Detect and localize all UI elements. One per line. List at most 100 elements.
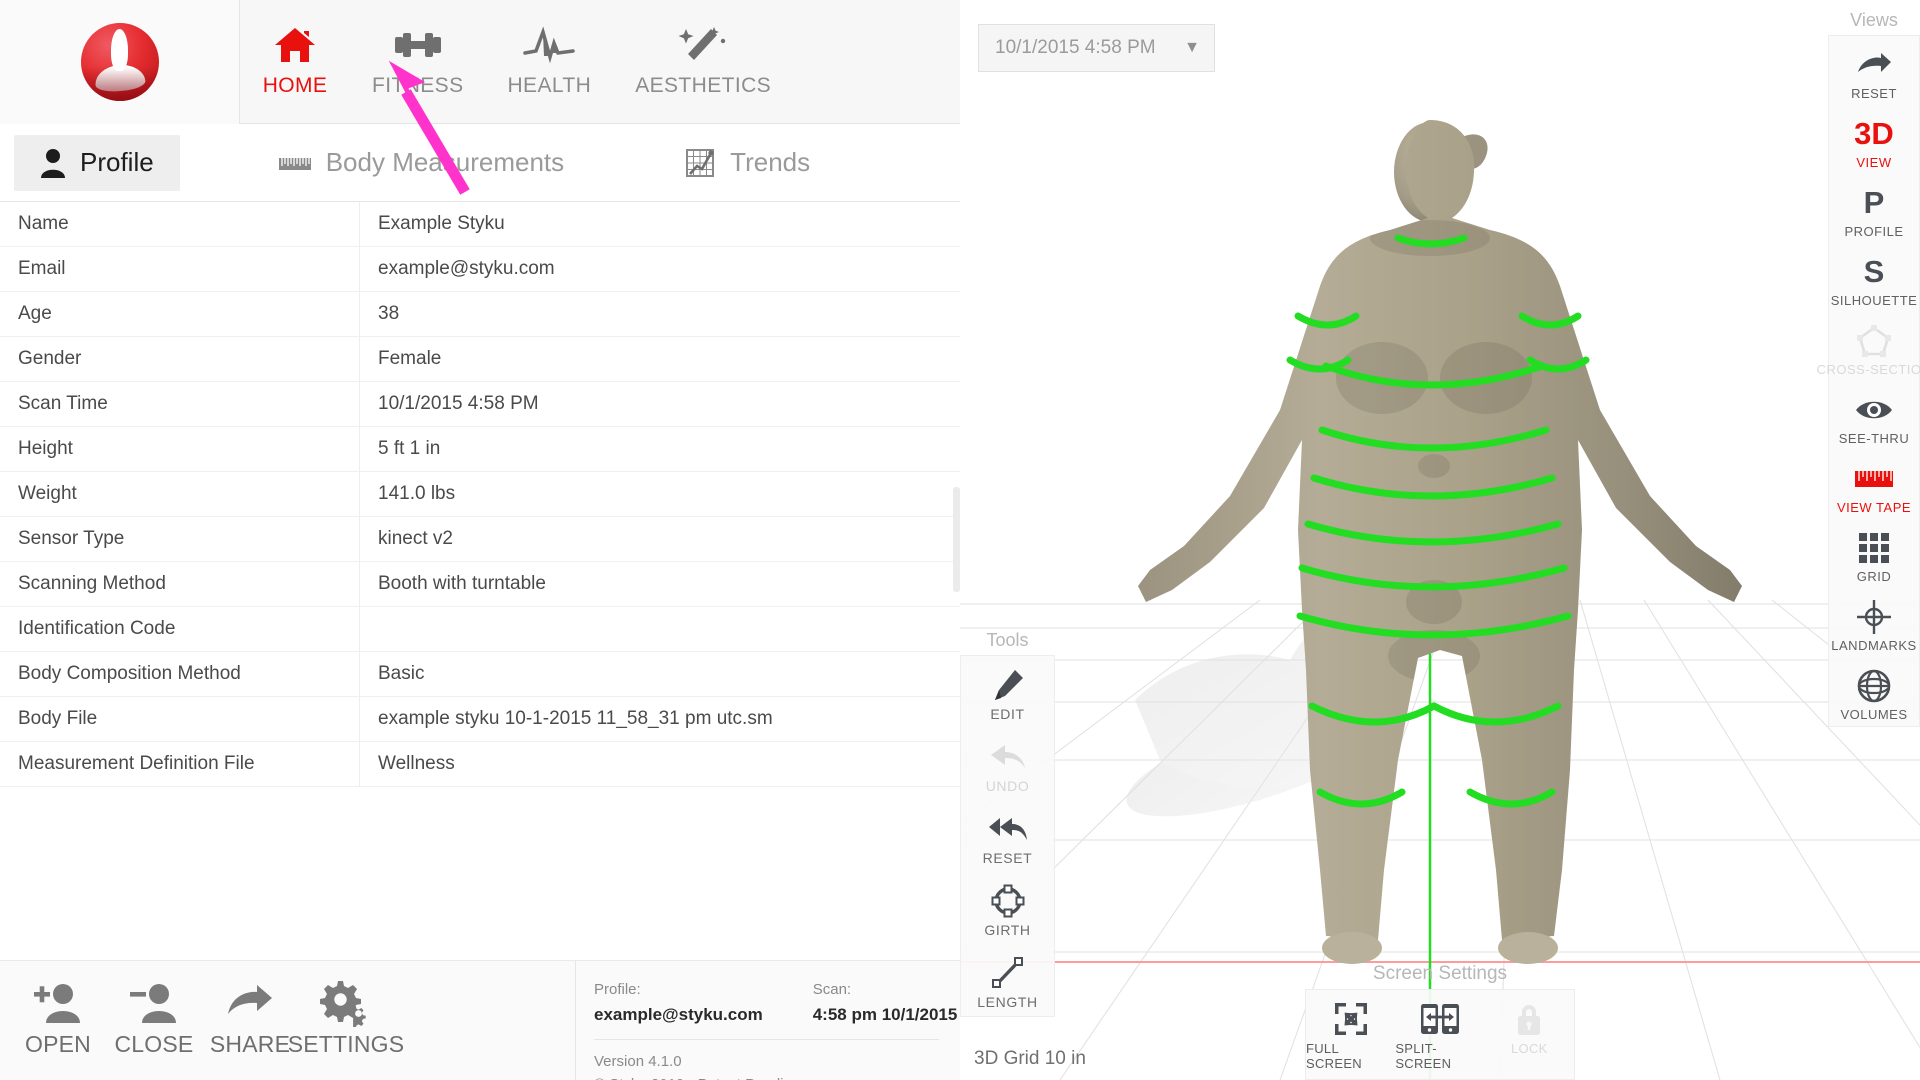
bottom-action-buttons: OPEN CLOSE (0, 961, 390, 1058)
close-label: CLOSE (115, 1031, 194, 1058)
reset-arrow-icon (1856, 45, 1892, 85)
tab-body-measurements[interactable]: Body Measurements (252, 135, 590, 191)
tool-label-undo: UNDO (986, 778, 1030, 794)
trend-chart-icon (686, 148, 716, 178)
share-button[interactable]: SHARE (206, 975, 294, 1058)
tool-edit[interactable]: EDIT (961, 656, 1054, 728)
row-value: Example Styku (360, 202, 960, 247)
girth-circle-icon (991, 882, 1025, 920)
reset-double-arrow-icon (988, 810, 1028, 848)
row-key: Scanning Method (0, 562, 360, 607)
row-value: example@styku.com (360, 247, 960, 292)
3d-viewer-panel[interactable]: 10/1/2015 4:58 PM ▼ Tools EDIT (960, 0, 1920, 1080)
nav-item-home[interactable]: HOME (240, 0, 350, 98)
row-key: Weight (0, 472, 360, 517)
nav-item-health[interactable]: HEALTH (485, 0, 613, 98)
view-label-silhouette: SILHOUETTE (1831, 293, 1918, 308)
home-icon (273, 16, 317, 74)
globe-icon (1857, 666, 1891, 706)
tool-length[interactable]: LENGTH (961, 944, 1054, 1016)
row-value: 38 (360, 292, 960, 337)
view-tape[interactable]: VIEW TAPE (1829, 450, 1919, 519)
view-label-tape: VIEW TAPE (1837, 500, 1911, 515)
table-row: Body Composition Method Basic (0, 652, 960, 697)
settings-button[interactable]: SETTINGS (302, 975, 390, 1058)
view-reset[interactable]: RESET (1829, 36, 1919, 105)
row-value: Female (360, 337, 960, 382)
row-value: kinect v2 (360, 517, 960, 562)
table-row: Height 5 ft 1 in (0, 427, 960, 472)
tool-label-reset: RESET (983, 850, 1033, 866)
profile-tab-bar: Profile Body Measuremen (0, 124, 960, 202)
tool-undo[interactable]: UNDO (961, 728, 1054, 800)
view-label-reset: RESET (1851, 86, 1897, 101)
nav-label-health: HEALTH (507, 74, 591, 98)
view-label-landmarks: LANDMARKS (1831, 638, 1916, 653)
3d-body-avatar[interactable] (1130, 110, 1750, 970)
row-key: Measurement Definition File (0, 742, 360, 787)
screen-settings-panel: Screen Settings (1305, 963, 1575, 1080)
view-3d[interactable]: 3D VIEW (1829, 105, 1919, 174)
scan-meta: Scan: 4:58 pm 10/1/2015 (813, 979, 958, 1027)
row-key: Gender (0, 337, 360, 382)
app-logo (0, 0, 240, 124)
nav-label-home: HOME (263, 74, 328, 98)
view-landmarks[interactable]: LANDMARKS (1829, 588, 1919, 657)
row-key: Name (0, 202, 360, 247)
tool-girth[interactable]: GIRTH (961, 872, 1054, 944)
profile-meta: Profile: example@styku.com (594, 979, 763, 1027)
ruler-icon (1854, 459, 1894, 499)
nav-item-aesthetics[interactable]: AESTHETICS (613, 0, 793, 98)
sparkle-wand-icon (678, 16, 728, 74)
top-navigation-bar: HOME FITNESS (0, 0, 960, 124)
full-screen-button[interactable]: FULL SCREEN (1306, 990, 1395, 1079)
bottom-action-bar: OPEN CLOSE (0, 960, 960, 1080)
scan-date-dropdown[interactable]: 10/1/2015 4:58 PM ▼ (978, 24, 1215, 72)
share-arrow-icon (226, 975, 274, 1031)
view-cross-section[interactable]: CROSS-SECTION (1829, 312, 1919, 381)
close-button[interactable]: CLOSE (110, 975, 198, 1058)
view-see-thru[interactable]: SEE-THRU (1829, 381, 1919, 450)
tab-label-body-measurements: Body Measurements (326, 147, 564, 178)
lock-button[interactable]: LOCK (1485, 990, 1574, 1079)
tape-measure-icon (278, 150, 312, 176)
p-letter-icon: P (1864, 183, 1885, 223)
tab-profile[interactable]: Profile (14, 135, 180, 191)
view-grid[interactable]: GRID (1829, 519, 1919, 588)
tools-title: Tools (960, 630, 1055, 655)
scan-date-value: 10/1/2015 4:58 PM (995, 37, 1156, 59)
table-row: Gender Female (0, 337, 960, 382)
left-info-panel: HOME FITNESS (0, 0, 960, 1080)
view-volumes[interactable]: VOLUMES (1829, 657, 1919, 726)
tools-panel: Tools EDIT (960, 630, 1055, 1017)
table-row: Sensor Type kinect v2 (0, 517, 960, 562)
profile-caption: Profile: (594, 979, 763, 1002)
tool-reset[interactable]: RESET (961, 800, 1054, 872)
3d-text-icon: 3D (1854, 114, 1894, 154)
table-row: Body File example styku 10-1-2015 11_58_… (0, 697, 960, 742)
nav-item-fitness[interactable]: FITNESS (350, 0, 485, 98)
table-row: Measurement Definition File Wellness (0, 742, 960, 787)
row-key: Age (0, 292, 360, 337)
view-profile[interactable]: P PROFILE (1829, 174, 1919, 243)
table-row: Email example@styku.com (0, 247, 960, 292)
chevron-down-icon: ▼ (1184, 39, 1200, 57)
table-row: Age 38 (0, 292, 960, 337)
row-key: Body File (0, 697, 360, 742)
vertical-scrollbar-handle[interactable] (953, 487, 960, 592)
view-silhouette[interactable]: S SILHOUETTE (1829, 243, 1919, 312)
split-screen-button[interactable]: SPLIT-SCREEN (1395, 990, 1484, 1079)
row-key: Body Composition Method (0, 652, 360, 697)
length-line-icon (991, 954, 1025, 992)
styku-app-window: HOME FITNESS (0, 0, 1920, 1080)
open-button[interactable]: OPEN (14, 975, 102, 1058)
view-label-grid: GRID (1857, 569, 1892, 584)
tab-trends[interactable]: Trends (660, 135, 836, 191)
session-meta-block: Profile: example@styku.com Scan: 4:58 pm… (575, 961, 960, 1080)
copyright-label: © Styku 2019 - Patent Pending (594, 1073, 960, 1080)
tool-label-edit: EDIT (990, 706, 1024, 722)
tab-label-trends: Trends (730, 147, 810, 178)
pen-icon (991, 666, 1025, 704)
tool-label-girth: GIRTH (984, 922, 1030, 938)
nav-label-aesthetics: AESTHETICS (635, 74, 771, 98)
